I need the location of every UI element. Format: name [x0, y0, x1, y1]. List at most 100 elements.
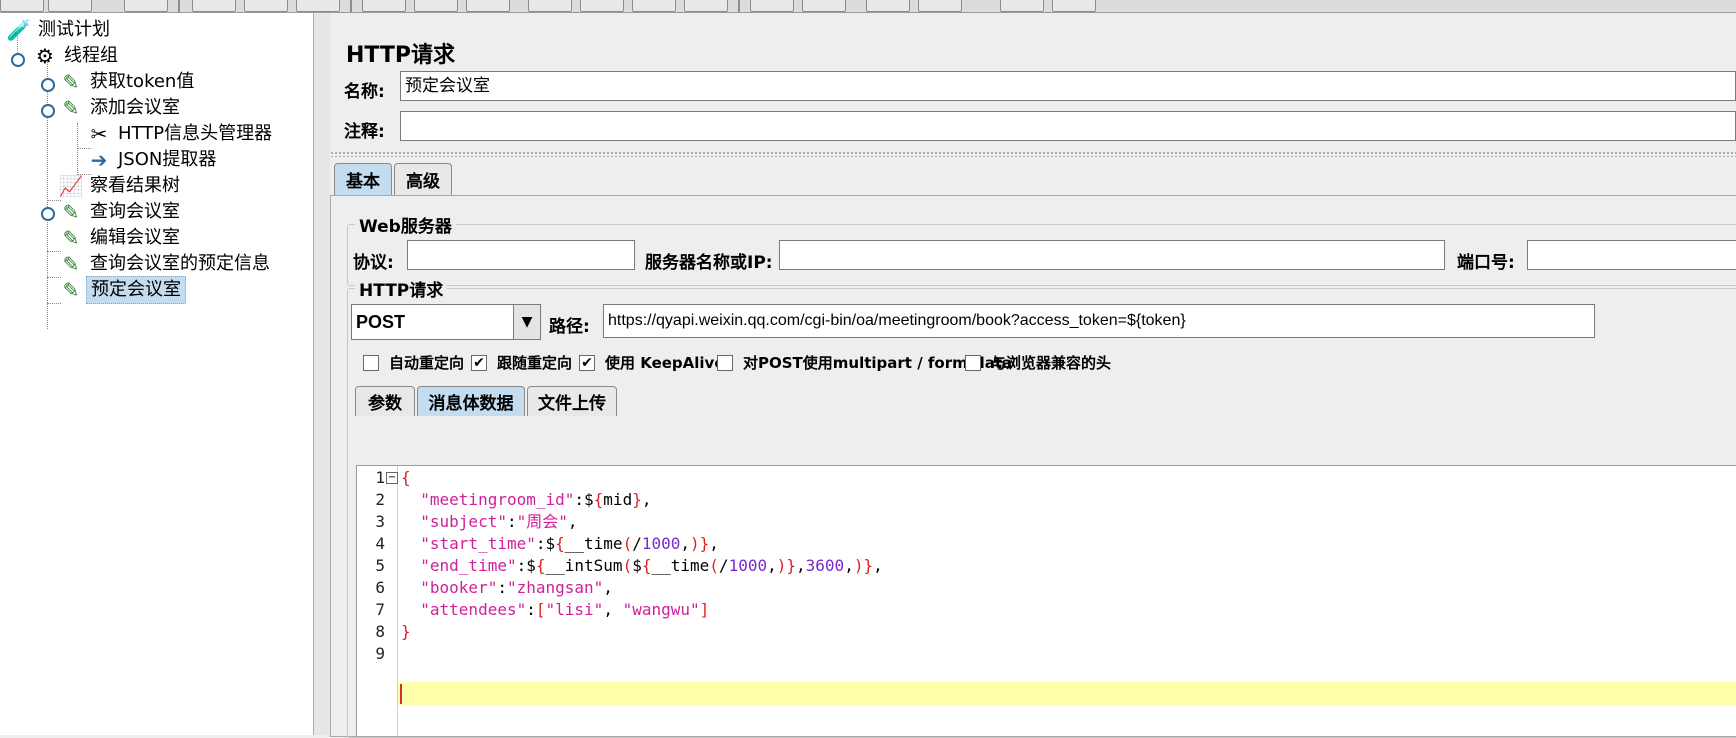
toolbar-button[interactable]: [750, 0, 794, 12]
toolbar-button[interactable]: [466, 0, 510, 12]
extractor-icon: ➔: [90, 148, 108, 172]
tree-item-label: 察看结果树: [90, 175, 180, 196]
toolbar-button[interactable]: [632, 0, 676, 12]
tab-basic[interactable]: 基本: [334, 163, 392, 195]
protocol-field[interactable]: [407, 240, 635, 270]
path-field[interactable]: https://qyapi.weixin.qq.com/cgi-bin/oa/m…: [603, 304, 1595, 338]
tree-item-json-extractor[interactable]: ➔ JSON提取器: [84, 147, 220, 173]
tree-item-label: 获取token值: [90, 71, 195, 92]
checkbox-label: 自动重定向: [389, 354, 465, 372]
subtab-body-data[interactable]: 消息体数据: [417, 386, 525, 416]
toolbar-button[interactable]: [684, 0, 728, 12]
pipette-icon: ✎: [62, 278, 80, 302]
toolbar-button[interactable]: [1052, 0, 1096, 12]
subtab-parameters[interactable]: 参数: [355, 386, 415, 416]
divider: [330, 151, 1736, 157]
line-number: 3: [375, 512, 385, 531]
toolbar-button[interactable]: [580, 0, 624, 12]
checkbox-label: 跟随重定向: [497, 354, 573, 372]
line-number: 1: [375, 468, 385, 487]
tree-item-result-tree[interactable]: 📈 察看结果树: [56, 173, 184, 199]
tree-item-label: 查询会议室的预定信息: [90, 253, 270, 274]
toolbar-button[interactable]: [124, 0, 168, 12]
pane-splitter[interactable]: [313, 13, 331, 735]
method-select[interactable]: POST: [351, 304, 515, 340]
tree-connector: [77, 123, 78, 175]
tree-item-book-room[interactable]: ✎ 预定会议室: [56, 276, 186, 304]
toolbar-button[interactable]: [1000, 0, 1044, 12]
check-icon: ✔: [579, 354, 595, 371]
tree-item-edit-room[interactable]: ✎ 编辑会议室: [56, 225, 184, 251]
line-number: 7: [375, 600, 385, 619]
code-line: "meetingroom_id":${mid},: [420, 490, 652, 509]
fold-icon[interactable]: −: [386, 472, 398, 484]
subtab-file-upload[interactable]: 文件上传: [527, 386, 617, 416]
comment-field[interactable]: [400, 111, 1736, 141]
toolbar-separator: [178, 0, 180, 12]
toolbar-button[interactable]: [866, 0, 910, 12]
toolbar-button[interactable]: [244, 0, 288, 12]
code-line: "end_time":${__intSum(${__time(/1000,)},…: [420, 556, 883, 575]
expand-toggle[interactable]: [41, 207, 55, 221]
collapse-toggle[interactable]: [41, 104, 55, 118]
toolbar-button[interactable]: [192, 0, 236, 12]
line-number: 8: [375, 622, 385, 641]
tree-item-add-room[interactable]: ✎ 添加会议室: [56, 95, 184, 121]
toolbar-button[interactable]: [802, 0, 846, 12]
tree-item-label-selected: 预定会议室: [86, 276, 186, 304]
tree-item-label: 查询会议室: [90, 201, 180, 222]
auto-redirect-checkbox[interactable]: 自动重定向: [363, 352, 464, 373]
body-data-editor[interactable]: 1 2 3 4 5 6 7 8 9 − { "meetingroom_id":$…: [356, 465, 1736, 736]
toolbar-button[interactable]: [0, 0, 44, 12]
tree-item-label: JSON提取器: [118, 149, 217, 170]
code-line: "attendees":["lisi", "wangwu"]: [420, 600, 710, 619]
host-label: 服务器名称或IP:: [645, 253, 773, 273]
follow-redirect-checkbox[interactable]: ✔ 跟随重定向: [471, 352, 572, 373]
pipette-icon: ✎: [62, 226, 80, 250]
tab-advanced[interactable]: 高级: [394, 163, 452, 195]
toolbar-button[interactable]: [528, 0, 572, 12]
chart-icon: 📈: [58, 174, 84, 198]
tree-item-query-room[interactable]: ✎ 查询会议室: [56, 199, 184, 225]
code-line: "subject":"周会",: [420, 512, 578, 531]
current-line-highlight: [398, 682, 1736, 706]
tree-item-get-token[interactable]: ✎ 获取token值: [56, 69, 198, 95]
tree-item-query-booking[interactable]: ✎ 查询会议室的预定信息: [56, 251, 274, 277]
collapse-toggle[interactable]: [11, 53, 25, 67]
tree-item-label: HTTP信息头管理器: [118, 123, 273, 144]
tree-item-test-plan[interactable]: 🧪 测试计划: [4, 17, 114, 43]
toolbar-button[interactable]: [918, 0, 962, 12]
pipette-icon: ✎: [62, 96, 80, 120]
page-title: HTTP请求: [346, 43, 456, 68]
gear-icon: ⚙: [36, 44, 54, 68]
code-line: "start_time":${__time(/1000,)},: [420, 534, 719, 553]
browser-headers-checkbox[interactable]: 与浏览器兼容的头: [965, 352, 1111, 373]
host-field[interactable]: [779, 240, 1445, 270]
keepalive-checkbox[interactable]: ✔ 使用 KeepAlive: [579, 352, 725, 373]
chevron-down-icon[interactable]: ▼: [513, 304, 541, 340]
comment-label: 注释:: [344, 122, 385, 142]
protocol-label: 协议:: [353, 253, 394, 273]
tree-item-header-manager[interactable]: ✂ HTTP信息头管理器: [84, 121, 276, 147]
line-number: 5: [375, 556, 385, 575]
tree-item-label: 线程组: [64, 45, 118, 66]
toolbar-button[interactable]: [362, 0, 406, 12]
toolbar-button[interactable]: [48, 0, 92, 12]
expand-toggle[interactable]: [41, 78, 55, 92]
checkbox-box: [717, 354, 733, 371]
toolbar-button[interactable]: [296, 0, 340, 12]
flask-icon: 🧪: [6, 18, 32, 42]
checkbox-label: 与浏览器兼容的头: [991, 354, 1112, 372]
name-field[interactable]: 预定会议室: [400, 71, 1736, 101]
pipette-icon: ✎: [62, 200, 80, 224]
toolbar-button[interactable]: [414, 0, 458, 12]
checkbox-box: [965, 354, 981, 371]
line-number: 4: [375, 534, 385, 553]
port-label: 端口号:: [1457, 253, 1515, 273]
tree-item-thread-group[interactable]: ⚙ 线程组: [30, 43, 122, 69]
pipette-icon: ✎: [62, 70, 80, 94]
code-line: "booker":"zhangsan",: [420, 578, 613, 597]
port-field[interactable]: [1527, 240, 1736, 270]
check-icon: ✔: [471, 354, 487, 371]
tree-item-label: 测试计划: [38, 19, 110, 40]
